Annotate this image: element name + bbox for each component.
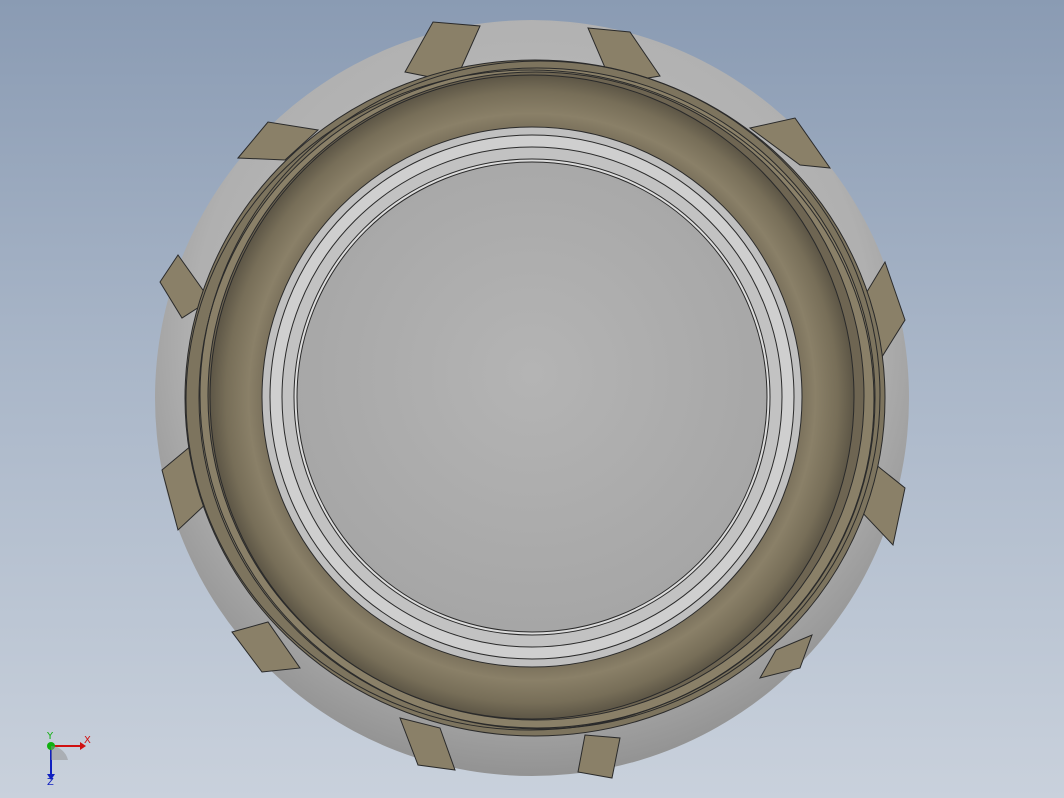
x-axis-label: X <box>84 735 91 746</box>
graphics-viewport[interactable]: X Y Z <box>0 0 1064 798</box>
center-face[interactable] <box>296 161 768 633</box>
model-view[interactable] <box>0 0 1064 798</box>
axis-triad: X Y Z <box>46 731 91 786</box>
triad-shadow <box>51 746 68 760</box>
z-axis-label: Z <box>47 777 54 786</box>
y-axis-label: Y <box>46 731 54 742</box>
lug-bottom-center-right <box>577 734 621 779</box>
